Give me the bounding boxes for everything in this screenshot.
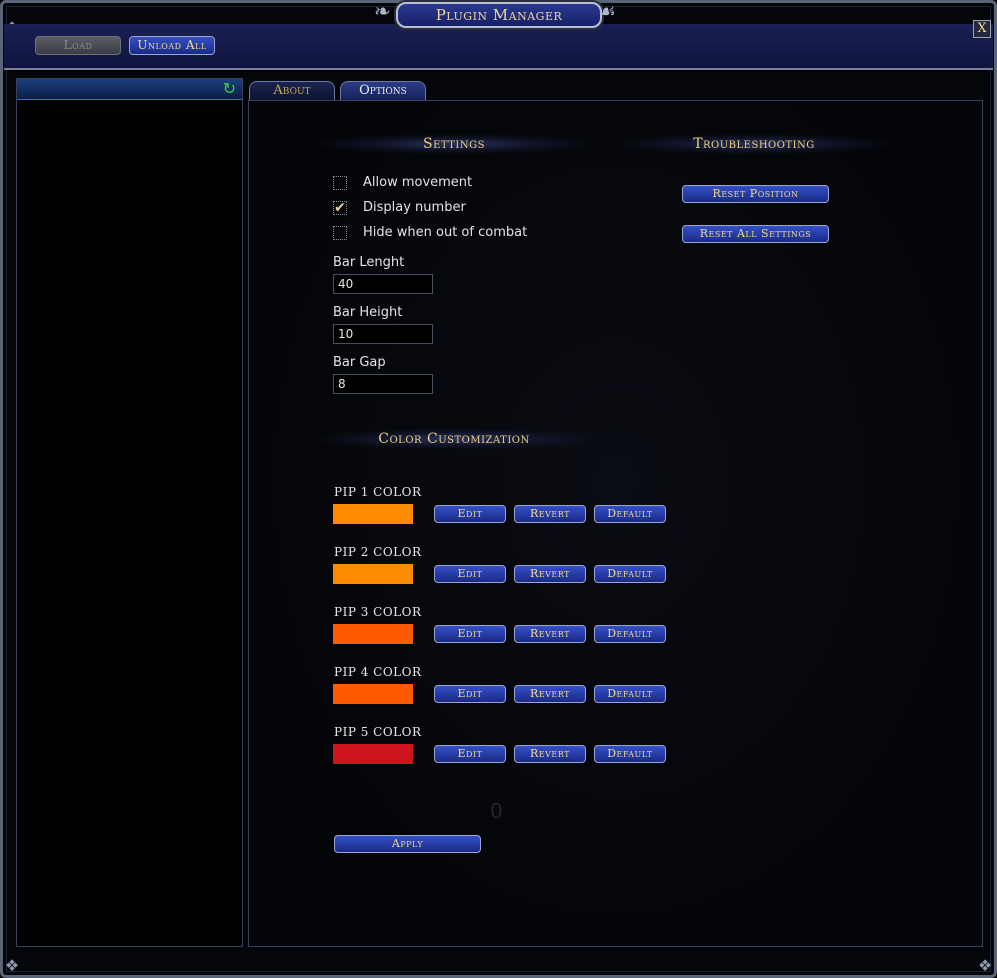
pip-2-revert-button[interactable]: Revert [514,565,586,583]
pip-5-color-label: PIP 5 COLOR [334,725,422,739]
window-title: Plugin Manager [435,6,563,24]
pip-3-color-label: PIP 3 COLOR [334,605,422,619]
color-customization-heading: Color Customization [320,429,588,449]
display-number-label: Display number [363,200,466,215]
pip-4-color-swatch[interactable] [333,684,413,704]
pip-3-edit-button[interactable]: Edit [434,625,506,643]
pip-1-default-button[interactable]: Default [594,505,666,523]
bar-gap-label: Bar Gap [333,355,386,370]
reset-position-button[interactable]: Reset Position [682,185,829,203]
title-right-ornament-icon: ☙ [598,0,616,23]
window-header: Load Unload All [4,24,993,70]
bar-gap-input[interactable] [333,374,433,394]
pip-2-edit-button[interactable]: Edit [434,565,506,583]
bar-length-label: Bar Lenght [333,255,405,270]
settings-heading: Settings [320,134,588,154]
apply-button[interactable]: Apply [334,835,481,853]
faint-preview-number: 0 [490,799,503,823]
load-button[interactable]: Load [35,36,121,55]
pip-1-color-swatch[interactable] [333,504,413,524]
allow-movement-label: Allow movement [363,175,473,190]
pip-3-default-button[interactable]: Default [594,625,666,643]
pip-5-default-button[interactable]: Default [594,745,666,763]
reset-all-settings-button[interactable]: Reset All Settings [682,225,829,243]
pip-2-color-label: PIP 2 COLOR [334,545,422,559]
hide-out-of-combat-checkbox[interactable] [333,226,347,240]
corner-ornament-icon: ❖ [977,956,993,975]
pip-4-revert-button[interactable]: Revert [514,685,586,703]
troubleshooting-heading: Troubleshooting [620,134,888,154]
pip-3-revert-button[interactable]: Revert [514,625,586,643]
pip-4-default-button[interactable]: Default [594,685,666,703]
pip-2-default-button[interactable]: Default [594,565,666,583]
plugin-list-panel[interactable]: ↻ [16,78,243,947]
pip-4-color-label: PIP 4 COLOR [334,665,422,679]
hide-out-of-combat-label: Hide when out of combat [363,225,528,240]
unload-all-button[interactable]: Unload All [129,36,215,55]
pip-1-edit-button[interactable]: Edit [434,505,506,523]
checkmark-icon: ✔ [334,200,346,216]
refresh-icon[interactable]: ↻ [223,80,236,98]
bar-height-label: Bar Height [333,305,403,320]
pip-3-color-swatch[interactable] [333,624,413,644]
bar-length-input[interactable] [333,274,433,294]
allow-movement-checkbox[interactable] [333,176,347,190]
pip-5-revert-button[interactable]: Revert [514,745,586,763]
pip-2-color-swatch[interactable] [333,564,413,584]
close-button[interactable]: X [973,20,991,38]
tab-about[interactable]: About [249,81,335,100]
pip-4-edit-button[interactable]: Edit [434,685,506,703]
pip-5-color-swatch[interactable] [333,744,413,764]
pip-1-color-label: PIP 1 COLOR [334,485,422,499]
tab-options[interactable]: Options [340,81,426,100]
pip-1-revert-button[interactable]: Revert [514,505,586,523]
corner-ornament-icon: ❖ [4,956,20,975]
bar-height-input[interactable] [333,324,433,344]
plugin-list-header: ↻ [17,79,242,100]
window-title-plate[interactable]: Plugin Manager [396,2,602,28]
display-number-checkbox[interactable]: ✔ [333,201,347,215]
pip-5-edit-button[interactable]: Edit [434,745,506,763]
